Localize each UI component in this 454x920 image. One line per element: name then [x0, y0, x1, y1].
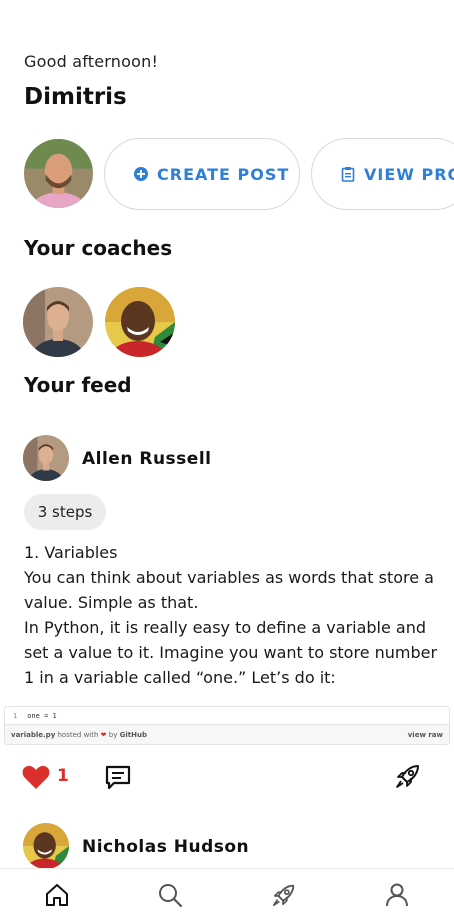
view-profile-label: VIEW PRO: [364, 164, 454, 184]
tab-explore[interactable]: [269, 880, 299, 910]
gist-filename[interactable]: variable.py: [11, 731, 55, 739]
post-line: You can think about variables as words t…: [24, 568, 434, 612]
home-icon: [45, 883, 68, 906]
plus-circle-icon: [134, 167, 148, 181]
post-body: 1. Variables You can think about variabl…: [24, 540, 444, 690]
gist-line-number: 1: [13, 711, 18, 720]
bottom-tab-bar: [0, 868, 454, 920]
view-profile-button[interactable]: VIEW PRO: [311, 138, 454, 210]
gist-meta: variable.py hosted with ❤ by GitHub: [11, 731, 147, 739]
heart-icon[interactable]: [22, 764, 50, 790]
view-raw-link[interactable]: view raw: [408, 731, 443, 739]
tab-home[interactable]: [42, 880, 72, 910]
tab-profile[interactable]: [382, 880, 412, 910]
gist-code: one = 1: [27, 711, 57, 720]
tab-search[interactable]: [155, 880, 185, 910]
gist-hosted-text: hosted with: [57, 731, 99, 739]
rocket-icon[interactable]: [394, 762, 422, 790]
coach-avatar[interactable]: [105, 287, 175, 357]
like-count: 1: [57, 766, 69, 786]
post-line: In Python, it is really easy to define a…: [24, 618, 438, 687]
clipboard-icon: [341, 167, 355, 182]
coach-avatar[interactable]: [23, 287, 93, 357]
small-heart-icon: ❤: [100, 731, 107, 739]
post-author-avatar[interactable]: [23, 435, 69, 481]
user-avatar[interactable]: [24, 139, 93, 208]
post-author-name[interactable]: Allen Russell: [82, 449, 211, 469]
post-line: 1. Variables: [24, 543, 118, 562]
gist-host-link[interactable]: GitHub: [120, 731, 147, 739]
rocket-icon: [272, 884, 294, 906]
gist-code-line: 1 one = 1: [5, 707, 449, 724]
post-author-name[interactable]: Nicholas Hudson: [82, 837, 249, 857]
profile-icon: [386, 883, 409, 906]
create-post-button[interactable]: CREATE POST: [104, 138, 300, 210]
gist-footer: variable.py hosted with ❤ by GitHub view…: [5, 724, 449, 744]
create-post-label: CREATE POST: [157, 164, 290, 184]
code-gist: 1 one = 1 variable.py hosted with ❤ by G…: [4, 706, 450, 745]
comment-icon[interactable]: [104, 764, 132, 792]
gist-by-text: by: [108, 731, 118, 739]
user-name: Dimitris: [24, 84, 127, 110]
post-author-avatar[interactable]: [23, 823, 69, 869]
steps-badge[interactable]: 3 steps: [24, 494, 106, 530]
search-icon: [159, 883, 183, 907]
coaches-title: Your coaches: [24, 236, 173, 260]
feed-title: Your feed: [24, 373, 132, 397]
greeting-text: Good afternoon!: [24, 52, 159, 71]
